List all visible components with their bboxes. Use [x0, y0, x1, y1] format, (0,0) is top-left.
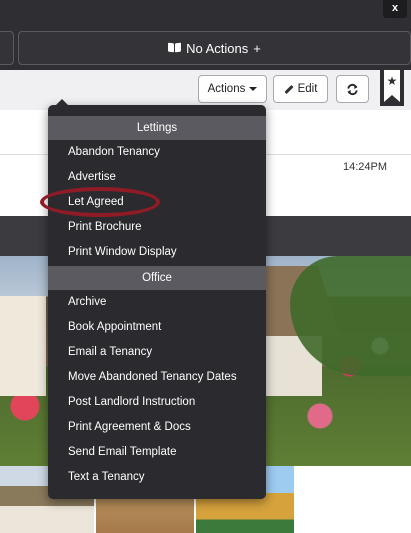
dropdown-header-lettings: Lettings: [48, 116, 266, 140]
menu-item-book-appointment[interactable]: Book Appointment: [68, 315, 161, 340]
actions-label: Actions: [207, 83, 246, 95]
timestamp: 14:24PM: [342, 161, 387, 173]
top-bar: x No Actions +: [0, 0, 411, 70]
menu-item-print-brochure[interactable]: Print Brochure: [68, 215, 142, 240]
book-icon: [168, 43, 181, 53]
no-actions-label: No Actions: [186, 40, 249, 56]
pencil-icon: [283, 84, 294, 94]
let-agreed-highlight-ring: [40, 187, 160, 217]
actions-dropdown-menu: Lettings Abandon Tenancy Advertise Let A…: [48, 99, 266, 499]
menu-item-move-abandoned-tenancy-dates[interactable]: Move Abandoned Tenancy Dates: [68, 365, 237, 390]
edit-button[interactable]: Edit: [273, 75, 328, 103]
edit-label: Edit: [297, 83, 318, 95]
left-tab-stub[interactable]: [0, 31, 14, 65]
menu-item-print-agreement-docs[interactable]: Print Agreement & Docs: [68, 415, 191, 440]
menu-item-archive[interactable]: Archive: [68, 290, 106, 315]
menu-item-post-landlord-instruction[interactable]: Post Landlord Instruction: [68, 390, 195, 415]
refresh-button[interactable]: [336, 75, 369, 103]
actions-button[interactable]: Actions: [198, 75, 267, 103]
menu-item-send-email-template[interactable]: Send Email Template: [68, 440, 176, 465]
dropdown-header-office: Office: [48, 266, 266, 290]
photo-house-left: [0, 296, 46, 396]
menu-item-text-a-tenancy[interactable]: Text a Tenancy: [68, 465, 145, 490]
caret-down-icon: [249, 87, 258, 91]
menu-item-abandon-tenancy[interactable]: Abandon Tenancy: [68, 140, 160, 165]
bookmark-button[interactable]: ★: [380, 70, 404, 106]
menu-item-print-window-display[interactable]: Print Window Display: [68, 240, 177, 265]
menu-item-email-a-tenancy[interactable]: Email a Tenancy: [68, 340, 152, 365]
no-actions-button[interactable]: No Actions +: [18, 31, 411, 65]
add-label: +: [253, 40, 261, 56]
refresh-icon: [347, 83, 358, 95]
close-button[interactable]: x: [383, 0, 407, 18]
bookmark-star-icon: ★: [386, 74, 398, 88]
